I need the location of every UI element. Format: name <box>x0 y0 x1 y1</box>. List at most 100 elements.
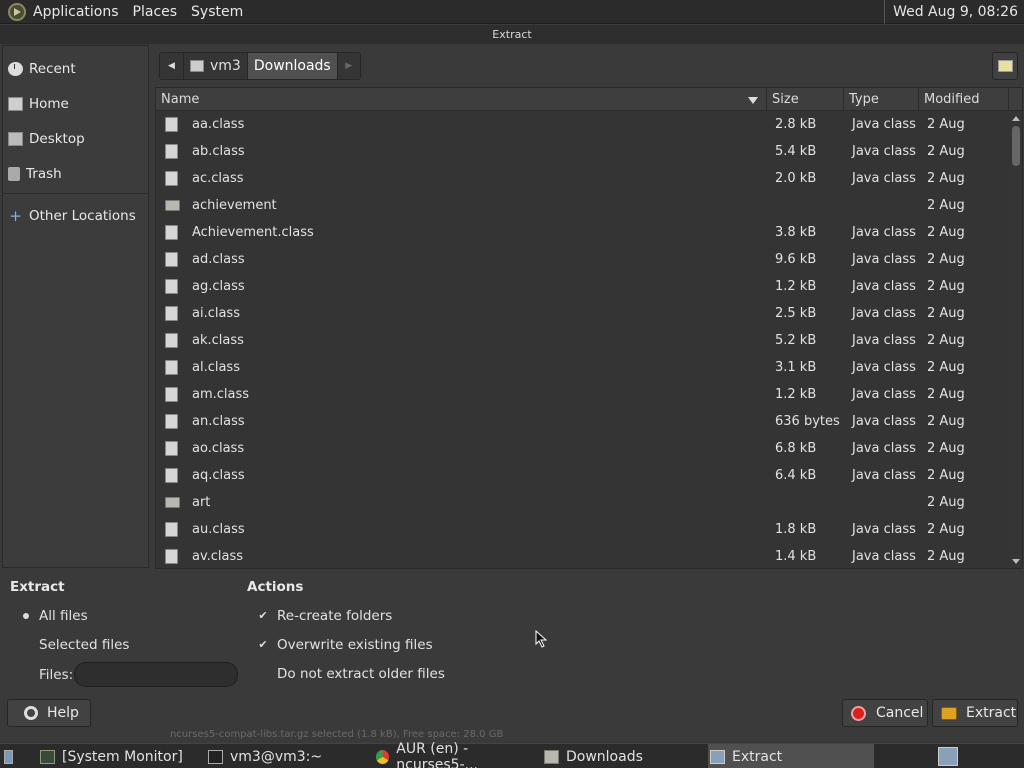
file-list-rows: aa.class 2.8 kB Java class 2 Aug ab.class 5.4… <box>156 111 1022 568</box>
table-row[interactable]: aq.class 6.4 kB Java class 2 Aug <box>156 462 1022 489</box>
cell-modified: 2 Aug <box>927 468 965 483</box>
path-back-icon[interactable]: ◀ <box>160 53 184 79</box>
table-row[interactable]: ao.class 6.8 kB Java class 2 Aug <box>156 435 1022 462</box>
cell-type: Java class <box>852 468 916 483</box>
table-row[interactable]: au.class 1.8 kB Java class 2 Aug <box>156 516 1022 543</box>
file-name: an.class <box>192 414 245 429</box>
cell-modified: 2 Aug <box>927 360 965 375</box>
cell-type: Java class <box>852 279 916 294</box>
sidebar-divider <box>3 193 148 194</box>
scroll-down-icon[interactable] <box>1012 559 1020 564</box>
scrollbar-thumb[interactable] <box>1012 126 1020 166</box>
column-header-size[interactable]: Size <box>767 88 844 111</box>
table-row[interactable]: am.class 1.2 kB Java class 2 Aug <box>156 381 1022 408</box>
sidebar-item-home[interactable]: Home <box>3 86 148 121</box>
cell-type: Java class <box>852 333 916 348</box>
cell-modified: 2 Aug <box>927 495 965 510</box>
table-row[interactable]: ai.class 2.5 kB Java class 2 Aug <box>156 300 1022 327</box>
cell-name: au.class <box>156 522 767 537</box>
path-bar: ◀ vm3 Downloads ▶ <box>159 52 361 80</box>
table-row[interactable]: ab.class 5.4 kB Java class 2 Aug <box>156 138 1022 165</box>
table-row[interactable]: ak.class 5.2 kB Java class 2 Aug <box>156 327 1022 354</box>
cell-name: am.class <box>156 387 767 402</box>
path-forward-icon[interactable]: ▶ <box>338 53 360 79</box>
path-segment-downloads[interactable]: Downloads <box>247 53 338 79</box>
table-row[interactable]: Achievement.class 3.8 kB Java class 2 Aug <box>156 219 1022 246</box>
radio-selected-icon <box>20 610 32 622</box>
table-row[interactable]: al.class 3.1 kB Java class 2 Aug <box>156 354 1022 381</box>
folder-icon <box>165 200 180 211</box>
cell-type: Java class <box>852 144 916 159</box>
selected-files-radio[interactable]: Selected files <box>20 637 129 653</box>
cell-modified: 2 Aug <box>927 252 965 267</box>
taskbar-item-terminal[interactable]: vm3@vm3:~ <box>206 744 368 768</box>
applications-logo-icon[interactable] <box>8 2 26 21</box>
help-button[interactable]: Help <box>7 699 91 727</box>
recreate-folders-checkbox[interactable]: ✔ Re-create folders <box>257 608 392 624</box>
sidebar-item-other-locations[interactable]: + Other Locations <box>3 198 148 233</box>
extract-button[interactable]: Extract <box>932 699 1018 727</box>
sidebar-item-recent[interactable]: Recent <box>3 51 148 86</box>
trash-icon <box>8 166 20 181</box>
file-name: achievement <box>192 198 277 213</box>
taskbar-item-system-monitor[interactable]: [System Monitor] <box>38 744 200 768</box>
cell-modified: 2 Aug <box>927 117 965 132</box>
scroll-up-icon[interactable] <box>1012 116 1020 121</box>
files-radio[interactable]: Files: <box>20 667 73 683</box>
menu-system[interactable]: System <box>184 0 250 24</box>
table-row[interactable]: an.class 636 bytes Java class 2 Aug <box>156 408 1022 435</box>
file-icon <box>165 144 178 159</box>
cell-type: Java class <box>852 360 916 375</box>
taskbar-item-extract[interactable]: Extract <box>708 744 874 768</box>
file-list[interactable]: Name Size Type Modified aa.class 2.8 kB Ja… <box>155 87 1023 569</box>
column-header-modified[interactable]: Modified <box>919 88 1009 111</box>
table-row[interactable]: achievement 2 Aug <box>156 192 1022 219</box>
path-segment-vm3[interactable]: vm3 <box>184 53 248 79</box>
clock-icon <box>8 61 23 76</box>
radio-label: Files: <box>39 667 74 683</box>
sidebar-item-trash[interactable]: Trash <box>3 156 148 191</box>
file-list-header: Name Size Type Modified <box>156 88 1022 111</box>
tray-archive-icon[interactable] <box>938 747 958 766</box>
file-icon <box>165 414 178 429</box>
column-header-name[interactable]: Name <box>156 88 767 111</box>
file-name: ad.class <box>192 252 245 267</box>
button-label: Help <box>47 705 79 721</box>
show-desktop-button[interactable] <box>4 744 20 768</box>
cell-size: 5.4 kB <box>775 144 817 159</box>
dialog-title: Extract <box>0 25 1024 44</box>
table-row[interactable]: art 2 Aug <box>156 489 1022 516</box>
table-row[interactable]: ad.class 9.6 kB Java class 2 Aug <box>156 246 1022 273</box>
taskbar-item-browser[interactable]: AUR (en) - ncurses5-... <box>374 741 536 768</box>
taskbar-item-label: [System Monitor] <box>62 748 183 765</box>
table-row[interactable]: ac.class 2.0 kB Java class 2 Aug <box>156 165 1022 192</box>
cell-size: 3.8 kB <box>775 225 817 240</box>
new-folder-button[interactable] <box>992 52 1018 80</box>
panel-clock[interactable]: Wed Aug 9, 08:26 <box>884 0 1024 24</box>
table-row[interactable]: aa.class 2.8 kB Java class 2 Aug <box>156 111 1022 138</box>
taskbar-item-downloads[interactable]: Downloads <box>542 744 704 768</box>
menu-places[interactable]: Places <box>126 0 185 24</box>
cell-modified: 2 Aug <box>927 387 965 402</box>
files-pattern-input[interactable] <box>74 662 238 687</box>
file-name: ab.class <box>192 144 245 159</box>
cell-size: 2.5 kB <box>775 306 817 321</box>
menu-applications[interactable]: Applications <box>26 0 126 24</box>
taskbar-item-label: Extract <box>732 748 783 765</box>
checkmark-icon: ✔ <box>258 638 268 651</box>
file-icon <box>165 117 178 132</box>
sidebar-item-desktop[interactable]: Desktop <box>3 121 148 156</box>
cell-modified: 2 Aug <box>927 414 965 429</box>
plus-icon: + <box>9 206 22 225</box>
actions-section-title: Actions <box>247 579 304 595</box>
file-name: am.class <box>192 387 250 402</box>
table-row[interactable]: av.class 1.4 kB Java class 2 Aug <box>156 543 1022 568</box>
no-older-files-checkbox[interactable]: Do not extract older files <box>257 666 445 682</box>
all-files-radio[interactable]: All files <box>20 608 88 624</box>
column-header-type[interactable]: Type <box>844 88 919 111</box>
cell-name: Achievement.class <box>156 225 767 240</box>
file-list-scrollbar[interactable] <box>1010 112 1022 568</box>
cancel-button[interactable]: Cancel <box>842 699 928 727</box>
overwrite-existing-checkbox[interactable]: ✔ Overwrite existing files <box>257 637 432 653</box>
table-row[interactable]: ag.class 1.2 kB Java class 2 Aug <box>156 273 1022 300</box>
